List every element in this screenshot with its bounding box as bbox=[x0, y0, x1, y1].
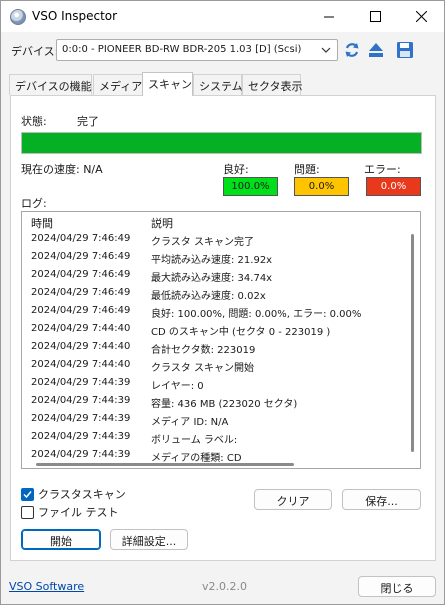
advanced-settings-button[interactable]: 詳細設定... bbox=[110, 529, 188, 550]
log-time: 2024/04/29 7:46:49 bbox=[31, 269, 131, 280]
log-row[interactable]: 2024/04/29 7:44:40 合計セクタ数: 223019 bbox=[22, 338, 410, 356]
log-time: 2024/04/29 7:44:39 bbox=[31, 377, 131, 388]
log-time: 2024/04/29 7:46:49 bbox=[31, 251, 131, 262]
log-time: 2024/04/29 7:44:40 bbox=[31, 341, 131, 352]
tab-device-features[interactable]: デバイスの機能 bbox=[9, 74, 92, 95]
maximize-button[interactable] bbox=[352, 1, 398, 32]
log-vertical-scrollbar[interactable] bbox=[411, 234, 414, 452]
log-description: 最大読み込み速度: 34.74x bbox=[151, 273, 273, 284]
checkbox-box[interactable] bbox=[21, 505, 34, 519]
floppy-save-icon[interactable] bbox=[396, 41, 414, 59]
window-title: VSO Inspector bbox=[32, 9, 118, 23]
device-selected-value: 0:0:0 - PIONEER BD-RW BDR-205 1.03 [D] (… bbox=[62, 44, 302, 55]
log-row[interactable]: 2024/04/29 7:44:40 クラスタ スキャン開始 bbox=[22, 356, 410, 374]
version-label: v2.0.2.0 bbox=[202, 580, 247, 593]
maximize-icon bbox=[369, 11, 381, 22]
file-test-label: ファイル テスト bbox=[38, 506, 119, 519]
checkmark-icon bbox=[23, 490, 32, 498]
problem-label: 問題: bbox=[294, 163, 320, 176]
file-test-checkbox[interactable]: ファイル テスト bbox=[21, 504, 119, 520]
log-description: 容量: 436 MB (223020 セクタ) bbox=[151, 399, 298, 410]
cluster-scan-checkbox[interactable]: クラスタスキャン bbox=[21, 486, 126, 502]
log-label: ログ: bbox=[21, 197, 47, 210]
title-bar[interactable]: VSO Inspector bbox=[1, 1, 444, 32]
current-speed-label: 現在の速度: N/A bbox=[21, 163, 103, 176]
log-column-time[interactable]: 時間 bbox=[31, 215, 53, 231]
log-description: レイヤー: 0 bbox=[151, 381, 204, 392]
log-time: 2024/04/29 7:44:39 bbox=[31, 449, 131, 460]
log-description: メディアの種類: CD bbox=[151, 453, 242, 464]
minimize-button[interactable] bbox=[306, 1, 352, 32]
problem-percentage: 0.0% bbox=[294, 177, 349, 196]
tab-sector-view[interactable]: セクタ表示 bbox=[242, 74, 303, 95]
status-value: 完了 bbox=[77, 115, 99, 128]
device-label: デバイス: bbox=[11, 45, 59, 58]
log-row[interactable]: 2024/04/29 7:44:39 メディア ID: N/A bbox=[22, 410, 410, 428]
vso-inspector-window: VSO Inspector デバイス: 0:0:0 - PIONEER BD-R… bbox=[0, 0, 445, 605]
close-icon bbox=[415, 11, 427, 22]
good-label: 良好: bbox=[223, 163, 249, 176]
cluster-scan-label: クラスタスキャン bbox=[38, 488, 126, 501]
log-horizontal-scrollbar[interactable] bbox=[36, 463, 294, 466]
scan-progress-fill bbox=[22, 133, 421, 153]
log-description: クラスタ スキャン完了 bbox=[151, 237, 254, 248]
checkbox-box[interactable] bbox=[21, 487, 34, 501]
log-row[interactable]: 2024/04/29 7:44:39 メディアの種類: CD bbox=[22, 446, 410, 464]
error-percentage: 0.0% bbox=[366, 177, 421, 196]
log-description: 合計セクタ数: 223019 bbox=[151, 345, 256, 356]
log-description: ボリューム ラベル: bbox=[151, 435, 238, 446]
log-time: 2024/04/29 7:46:49 bbox=[31, 287, 131, 298]
log-row[interactable]: 2024/04/29 7:46:49 最低読み込み速度: 0.02x bbox=[22, 284, 410, 302]
log-row[interactable]: 2024/04/29 7:44:39 レイヤー: 0 bbox=[22, 374, 410, 392]
status-label: 状態: bbox=[21, 115, 47, 128]
log-row[interactable]: 2024/04/29 7:46:49 良好: 100.00%, 問題: 0.00%… bbox=[22, 302, 410, 320]
tab-system[interactable]: システム bbox=[193, 74, 243, 95]
good-percentage: 100.0% bbox=[223, 177, 278, 196]
clear-button[interactable]: クリア bbox=[254, 489, 332, 510]
log-description: メディア ID: N/A bbox=[151, 417, 229, 428]
close-button[interactable]: 閉じる bbox=[358, 576, 436, 597]
log-list[interactable]: 時間 説明 2024/04/29 7:46:49 クラスタ スキャン完了 2024/… bbox=[21, 211, 421, 469]
log-time: 2024/04/29 7:44:39 bbox=[31, 431, 131, 442]
device-dropdown[interactable]: 0:0:0 - PIONEER BD-RW BDR-205 1.03 [D] (… bbox=[56, 39, 338, 61]
log-time: 2024/04/29 7:44:40 bbox=[31, 359, 131, 370]
log-time: 2024/04/29 7:46:49 bbox=[31, 305, 131, 316]
log-row[interactable]: 2024/04/29 7:44:40 CD のスキャン中 (セクタ 0 - 223… bbox=[22, 320, 410, 338]
log-row[interactable]: 2024/04/29 7:46:49 平均読み込み速度: 21.92x bbox=[22, 248, 410, 266]
log-description: 平均読み込み速度: 21.92x bbox=[151, 255, 273, 266]
log-time: 2024/04/29 7:44:39 bbox=[31, 395, 131, 406]
log-description: クラスタ スキャン開始 bbox=[151, 363, 254, 374]
log-description: 良好: 100.00%, 問題: 0.00%, エラー: 0.00% bbox=[151, 309, 362, 320]
scan-progress-bar bbox=[21, 132, 422, 154]
log-column-description[interactable]: 説明 bbox=[151, 215, 173, 231]
log-row[interactable]: 2024/04/29 7:44:39 ボリューム ラベル: bbox=[22, 428, 410, 446]
refresh-icon[interactable] bbox=[343, 41, 361, 59]
log-time: 2024/04/29 7:44:40 bbox=[31, 323, 131, 334]
log-time: 2024/04/29 7:46:49 bbox=[31, 233, 131, 244]
log-row[interactable]: 2024/04/29 7:46:49 クラスタ スキャン完了 bbox=[22, 230, 410, 248]
vso-software-link[interactable]: VSO Software bbox=[9, 580, 84, 593]
disc-icon bbox=[10, 9, 26, 25]
log-header: 時間 説明 bbox=[22, 212, 420, 230]
log-description: 最低読み込み速度: 0.02x bbox=[151, 291, 266, 302]
error-label: エラー: bbox=[364, 163, 401, 176]
start-button[interactable]: 開始 bbox=[21, 529, 101, 550]
log-row[interactable]: 2024/04/29 7:46:49 最大読み込み速度: 34.74x bbox=[22, 266, 410, 284]
chevron-down-icon bbox=[321, 47, 331, 53]
log-time: 2024/04/29 7:44:39 bbox=[31, 413, 131, 424]
log-description: CD のスキャン中 (セクタ 0 - 223019 ) bbox=[151, 327, 331, 338]
save-log-button[interactable]: 保存... bbox=[342, 489, 421, 510]
log-row[interactable]: 2024/04/29 7:44:39 容量: 436 MB (223020 セクタ… bbox=[22, 392, 410, 410]
eject-icon[interactable] bbox=[367, 41, 385, 59]
close-window-button[interactable] bbox=[398, 1, 444, 32]
tab-scan[interactable]: スキャン bbox=[142, 72, 193, 96]
minimize-icon bbox=[324, 16, 334, 17]
tab-media[interactable]: メディア bbox=[93, 74, 143, 95]
